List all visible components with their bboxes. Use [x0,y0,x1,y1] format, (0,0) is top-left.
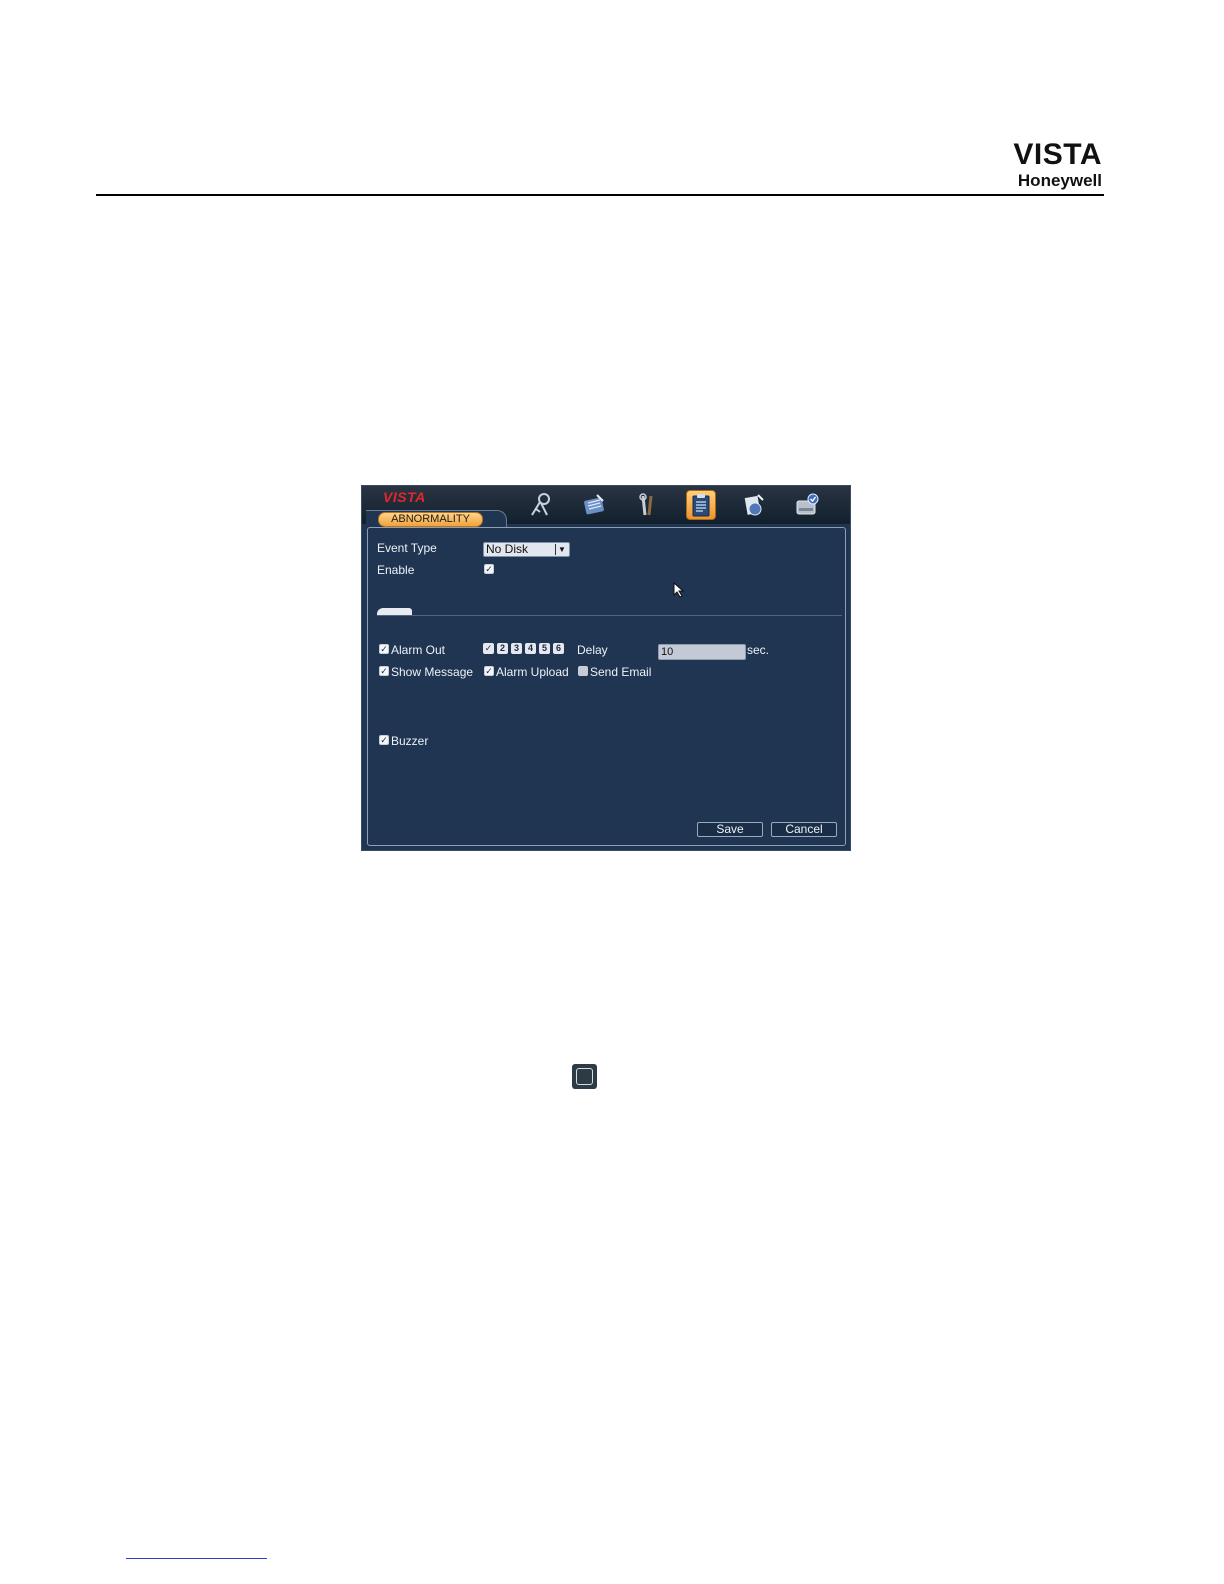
alarm-out-channel-6[interactable]: 6 [553,643,564,654]
brand-title: VISTA [1013,138,1102,171]
alarm-out-channel-2[interactable]: 2 [497,643,508,654]
dvr-logo: VISTA [383,489,426,505]
cancel-button[interactable]: Cancel [771,822,837,837]
dvr-abnormality-window: VISTA ABNORMALITY Event Type No Disk ▼ E… [361,485,851,851]
footer-link-underline[interactable] [126,1558,267,1559]
event-type-value: No Disk [486,542,529,556]
event-icon[interactable] [686,490,716,520]
header-divider [96,194,1104,196]
enable-checkbox[interactable]: ✓ [484,564,494,574]
alarm-out-channel-3[interactable]: 3 [511,643,522,654]
mouse-cursor-icon [673,581,685,603]
enable-label: Enable [377,563,415,577]
show-message-label: Show Message [391,665,474,679]
delay-input[interactable]: 10 [658,644,746,660]
event-type-select[interactable]: No Disk ▼ [483,542,570,557]
send-email-checkbox[interactable] [578,666,588,676]
alarm-out-checkbox[interactable]: ✓ [379,644,389,654]
brand-subtitle: Honeywell [1017,171,1102,190]
alarm-out-channel-4[interactable]: 4 [525,643,536,654]
alarm-out-channel-5[interactable]: 5 [539,643,550,654]
backup-icon[interactable] [739,490,769,520]
tools-icon[interactable] [632,490,662,520]
delay-label: Delay [577,643,608,657]
show-message-checkbox[interactable]: ✓ [379,666,389,676]
record-icon[interactable] [579,490,609,520]
alarm-out-channel-1[interactable]: ✓ [483,643,494,654]
tab-abnormality[interactable]: ABNORMALITY [378,512,483,527]
delay-unit: sec. [747,643,770,657]
section-divider [377,615,842,616]
save-button[interactable]: Save [697,822,763,837]
square-button-inner [576,1068,593,1085]
alarm-out-label: Alarm Out [391,643,446,657]
square-button-icon [572,1064,597,1089]
alarm-upload-label: Alarm Upload [496,665,569,679]
settings-panel [367,527,846,846]
buzzer-label: Buzzer [391,734,429,748]
disk-icon[interactable] [792,490,822,520]
event-type-label: Event Type [377,541,437,555]
brand-logo: VISTA Honeywell [1013,140,1102,191]
alarm-upload-checkbox[interactable]: ✓ [484,666,494,676]
send-email-label: Send Email [590,665,652,679]
buzzer-checkbox[interactable]: ✓ [379,735,389,745]
chevron-down-icon: ▼ [555,544,568,555]
network-icon[interactable] [526,490,556,520]
